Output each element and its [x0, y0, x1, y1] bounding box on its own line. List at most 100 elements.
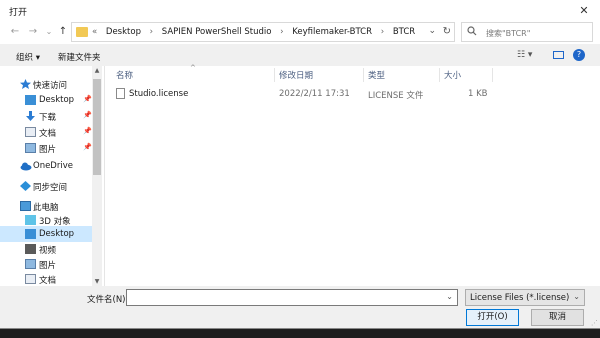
refresh-icon[interactable]: ↻: [443, 26, 451, 37]
new-folder-button[interactable]: 新建文件夹: [58, 51, 101, 63]
close-button[interactable]: ✕: [568, 0, 600, 22]
breadcrumb: « Desktop › SAPIEN PowerShell Studio › K…: [92, 27, 421, 37]
file-modified: 2022/2/11 17:31: [279, 89, 350, 99]
column-divider[interactable]: [492, 68, 493, 82]
sidebar-item-pictures-pc[interactable]: 图片: [0, 256, 92, 272]
column-divider[interactable]: [363, 68, 364, 82]
command-bar: 组织 ▾ 新建文件夹 ☷ ▾ ?: [0, 46, 600, 66]
sidebar-item-desktop[interactable]: Desktop: [0, 226, 92, 242]
search-placeholder: 搜索"BTCR": [486, 29, 531, 38]
forward-button[interactable]: →: [26, 25, 40, 39]
sidebar-item-onedrive[interactable]: OneDrive: [0, 158, 92, 174]
sidebar-item-label: 同步空间: [33, 183, 68, 193]
column-header-name[interactable]: 名称: [116, 69, 133, 81]
view-options-button[interactable]: ☷ ▾: [517, 50, 532, 60]
pictures-icon: [25, 143, 36, 153]
sidebar-item-label: 图片: [39, 145, 57, 155]
address-dropdown-icon[interactable]: ⌄: [428, 26, 436, 36]
sidebar-scrollbar[interactable]: ▲ ▼: [92, 66, 102, 286]
desktop-icon: [25, 229, 36, 239]
sync-icon: [20, 181, 31, 191]
scroll-up-icon[interactable]: ▲: [92, 67, 102, 74]
video-icon: [25, 244, 36, 254]
pin-icon: 📌: [83, 111, 92, 119]
breadcrumb-sapien[interactable]: SAPIEN PowerShell Studio: [162, 27, 272, 37]
open-button[interactable]: 打开(O): [466, 309, 519, 326]
3d-objects-icon: [25, 215, 36, 225]
navigation-bar: ← → ⌄ ↑ « Desktop › SAPIEN PowerShell St…: [0, 22, 600, 44]
chevron-right-icon[interactable]: ›: [150, 27, 153, 37]
sidebar-item-label: OneDrive: [33, 161, 73, 171]
sidebar-item-documents[interactable]: 文档 📌: [0, 124, 92, 140]
chevron-right-icon[interactable]: ›: [381, 27, 384, 37]
column-header-size[interactable]: 大小: [444, 69, 461, 81]
pin-icon: 📌: [83, 143, 92, 151]
sidebar-item-label: 快速访问: [33, 81, 68, 91]
filetype-value: License Files (*.license): [470, 293, 570, 303]
column-header-modified[interactable]: 修改日期: [279, 69, 313, 81]
window-title: 打开: [9, 8, 28, 18]
resize-grip-icon[interactable]: ⋰: [591, 319, 598, 327]
filetype-select[interactable]: License Files (*.license) ⌄: [465, 289, 585, 306]
back-button[interactable]: ←: [8, 25, 22, 39]
breadcrumb-keyfilemaker[interactable]: Keyfilemaker-BTCR: [292, 27, 372, 37]
sidebar-item-videos[interactable]: 视频: [0, 241, 92, 257]
column-divider[interactable]: [274, 68, 275, 82]
scrollbar-thumb[interactable]: [93, 79, 101, 175]
search-icon: [467, 26, 477, 36]
star-icon: [20, 79, 31, 89]
file-icon: [116, 88, 125, 99]
documents-icon: [25, 274, 36, 284]
cloud-icon: [20, 161, 32, 171]
pin-icon: 📌: [83, 95, 92, 103]
sidebar-item-label: Desktop: [39, 229, 75, 239]
organize-menu[interactable]: 组织 ▾: [16, 51, 40, 63]
documents-icon: [25, 127, 36, 137]
sidebar-item-label: Desktop: [39, 95, 75, 105]
sidebar-item-label: 下载: [39, 113, 57, 123]
sidebar-item-label: 图片: [39, 261, 57, 271]
folder-icon: [76, 27, 88, 37]
breadcrumb-desktop[interactable]: Desktop: [106, 27, 141, 37]
title-bar: 打开 ✕: [0, 0, 600, 22]
pictures-icon: [25, 259, 36, 269]
file-row[interactable]: Studio.license 2022/2/11 17:31 LICENSE 文…: [112, 86, 492, 102]
help-icon[interactable]: ?: [573, 49, 585, 61]
sort-indicator-icon: ^: [190, 64, 196, 72]
filename-input[interactable]: ⌄: [126, 289, 458, 306]
chevron-down-icon: ⌄: [573, 292, 580, 301]
file-type: LICENSE 文件: [368, 91, 424, 101]
dialog-footer: 文件名(N): ⌄ License Files (*.license) ⌄ 打开…: [0, 286, 600, 328]
up-button[interactable]: ↑: [56, 25, 70, 39]
sidebar-item-sync-space[interactable]: 同步空间: [0, 178, 92, 194]
sidebar-item-downloads[interactable]: 下载 📌: [0, 108, 92, 124]
overflow-chevron[interactable]: «: [92, 27, 97, 37]
recent-locations-button[interactable]: ⌄: [42, 25, 56, 39]
sidebar-item-quick-access[interactable]: 快速访问: [0, 76, 92, 92]
sidebar-item-label: 文档: [39, 129, 57, 139]
pin-icon: 📌: [83, 127, 92, 135]
cancel-button[interactable]: 取消: [531, 309, 584, 326]
desktop-icon: [25, 95, 36, 105]
sidebar-item-pictures[interactable]: 图片 📌: [0, 140, 92, 156]
filename-label: 文件名(N):: [87, 295, 129, 305]
column-divider[interactable]: [439, 68, 440, 82]
sidebar-item-label: 文档: [39, 276, 57, 286]
sidebar-item-documents-pc[interactable]: 文档: [0, 271, 92, 287]
file-name: Studio.license: [129, 89, 189, 99]
preview-pane-icon[interactable]: [553, 51, 564, 59]
open-file-dialog: 打开 ✕ ← → ⌄ ↑ « Desktop › SAPIEN PowerShe…: [0, 0, 600, 328]
search-box[interactable]: 搜索"BTCR": [461, 22, 593, 42]
address-bar[interactable]: « Desktop › SAPIEN PowerShell Studio › K…: [71, 22, 455, 42]
sidebar-item-desktop-pinned[interactable]: Desktop 📌: [0, 92, 92, 108]
file-size: 1 KB: [468, 89, 488, 99]
pc-icon: [20, 201, 31, 211]
browser-area: 快速访问 Desktop 📌 下载 📌 文档 📌 图片 📌 OneDrive 同…: [0, 64, 600, 287]
breadcrumb-btcr[interactable]: BTCR: [393, 27, 415, 37]
column-header-type[interactable]: 类型: [368, 69, 385, 81]
chevron-right-icon[interactable]: ›: [280, 27, 283, 37]
download-icon: [25, 111, 36, 121]
filename-dropdown-icon[interactable]: ⌄: [446, 292, 453, 301]
file-list: ^ 名称 修改日期 类型 大小 Studio.license 2022/2/11…: [104, 64, 600, 286]
scroll-down-icon[interactable]: ▼: [92, 278, 102, 285]
